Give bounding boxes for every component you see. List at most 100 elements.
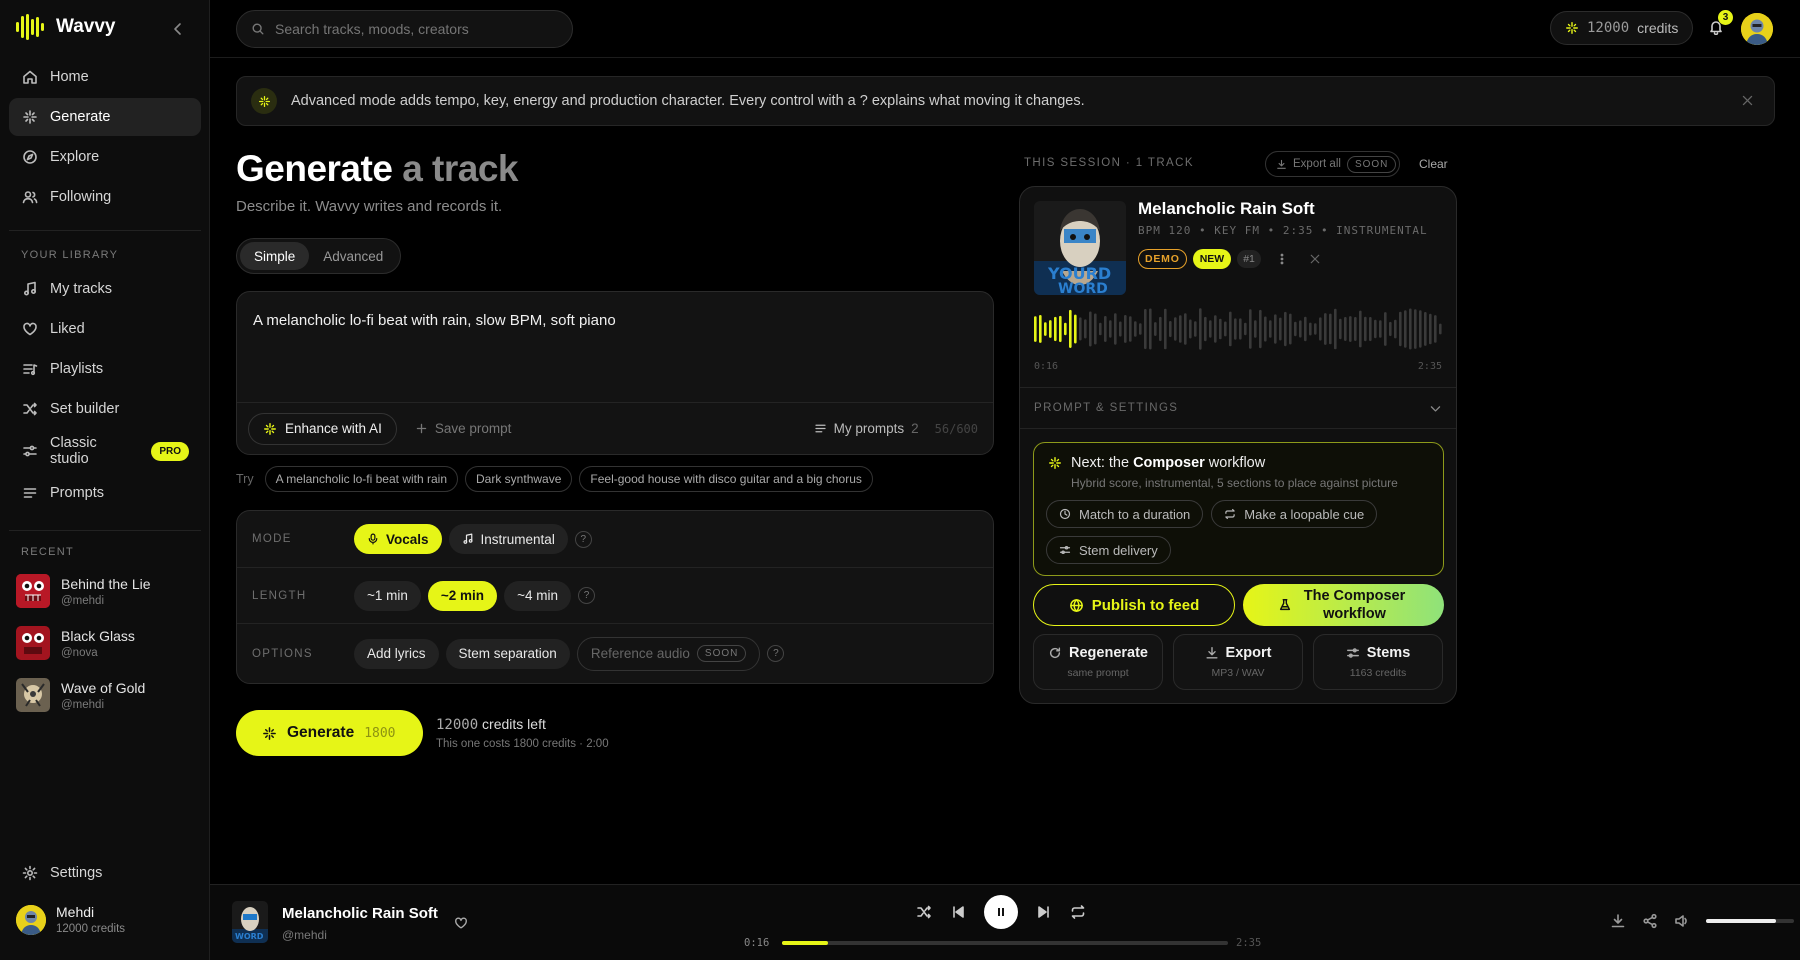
user-profile[interactable]: Mehdi 12000 credits <box>16 904 125 935</box>
suggestion-chip[interactable]: Feel-good house with disco guitar and a … <box>579 466 873 492</box>
help-icon[interactable]: ? <box>577 587 595 604</box>
my-prompts-button[interactable]: My prompts 2 <box>814 421 919 436</box>
recent-item[interactable]: Behind the Lie @mehdi <box>16 566 201 616</box>
waveform-bar <box>1264 316 1267 342</box>
recent-thumbnail <box>16 626 50 660</box>
collapse-sidebar-icon[interactable] <box>170 21 186 37</box>
help-icon[interactable]: ? <box>574 530 592 548</box>
nav-set-builder[interactable]: Set builder <box>9 390 201 428</box>
regenerate-button[interactable]: Regenerate same prompt <box>1033 634 1163 690</box>
stems-button[interactable]: Stems 1163 credits <box>1313 634 1443 690</box>
brand[interactable]: Wavvy <box>16 14 116 40</box>
nav-explore[interactable]: Explore <box>9 138 201 176</box>
close-icon[interactable] <box>1741 94 1754 107</box>
waveform-bar <box>1044 322 1047 336</box>
heart-icon[interactable] <box>454 916 468 930</box>
length-1min[interactable]: ~1 min <box>354 580 421 611</box>
track-time-current: 0:16 <box>1034 361 1059 372</box>
recent-title: Black Glass <box>61 627 135 644</box>
nav-prompts[interactable]: Prompts <box>9 474 201 512</box>
volume-icon[interactable] <box>1674 913 1690 929</box>
credits-amount: 12000 <box>1587 20 1630 36</box>
nav-following[interactable]: Following <box>9 178 201 216</box>
length-row: LENGTH ~1 min ~2 min ~4 min ? <box>237 567 993 623</box>
suggestion-chip[interactable]: Dark synthwave <box>465 466 573 492</box>
list-icon <box>23 488 37 498</box>
vocals-toggle[interactable]: Vocals <box>354 524 442 554</box>
shuffle-icon[interactable] <box>916 904 932 920</box>
search-input[interactable] <box>275 21 555 37</box>
nav-liked[interactable]: Liked <box>9 310 201 348</box>
nav-my-tracks[interactable]: My tracks <box>9 270 201 308</box>
action-sub: 1163 credits <box>1349 667 1407 679</box>
recent-item[interactable]: Wave of Gold @mehdi <box>16 670 201 720</box>
waveform-bar <box>1174 317 1177 341</box>
waveform-bar <box>1364 316 1367 342</box>
nav-generate[interactable]: Generate <box>9 98 201 136</box>
repeat-icon[interactable] <box>1070 904 1086 920</box>
stem-delivery-chip[interactable]: Stem delivery <box>1046 536 1171 564</box>
add-lyrics-toggle[interactable]: Add lyrics <box>354 638 439 669</box>
nav-playlists[interactable]: Playlists <box>9 350 201 388</box>
prompt-textarea[interactable]: A melancholic lo-fi beat with rain, slow… <box>253 312 616 329</box>
stems-icon <box>1346 648 1359 658</box>
next-icon[interactable] <box>1036 904 1052 920</box>
search-icon <box>252 23 264 35</box>
more-icon[interactable] <box>1275 252 1289 266</box>
volume-slider[interactable] <box>1706 919 1794 923</box>
composer-suggestion: Next: the Composer workflow Hybrid score… <box>1033 442 1444 576</box>
length-2min[interactable]: ~2 min <box>427 580 498 611</box>
recent-item[interactable]: Black Glass @nova <box>16 618 201 668</box>
stem-separation-toggle[interactable]: Stem separation <box>445 638 570 669</box>
generate-button[interactable]: Generate 1800 <box>236 710 423 756</box>
pause-button[interactable] <box>984 895 1018 929</box>
prompt-settings-toggle[interactable]: PROMPT & SETTINGS <box>1020 387 1456 429</box>
nav-classic-studio[interactable]: Classic studio PRO <box>9 430 201 472</box>
publish-button[interactable]: Publish to feed <box>1033 584 1235 626</box>
help-icon[interactable]: ? <box>767 645 785 662</box>
export-button[interactable]: Export MP3 / WAV <box>1173 634 1303 690</box>
chip-label: Make a loopable cue <box>1244 506 1365 522</box>
save-prompt-button[interactable]: Save prompt <box>415 421 511 436</box>
waveform-bar <box>1404 310 1407 348</box>
player-cover[interactable]: WORD <box>232 901 268 943</box>
playback-controls <box>916 895 1086 929</box>
clear-button[interactable]: Clear <box>1419 157 1448 171</box>
player-time-total: 2:35 <box>1236 937 1262 949</box>
nav-label: Playlists <box>50 361 104 377</box>
char-count: 56/600 <box>934 421 978 436</box>
loopable-cue-chip[interactable]: Make a loopable cue <box>1211 500 1378 528</box>
player-time-current: 0:16 <box>744 937 770 949</box>
progress-bar[interactable] <box>782 941 1228 945</box>
length-4min[interactable]: ~4 min <box>504 580 571 611</box>
waveform-bar <box>1394 319 1397 339</box>
chip-label: Stem delivery <box>1079 542 1158 558</box>
search-bar[interactable] <box>236 10 573 48</box>
waveform[interactable] <box>1034 307 1444 351</box>
suggestion-chip[interactable]: A melancholic lo-fi beat with rain <box>264 466 459 492</box>
user-avatar[interactable] <box>1741 13 1773 45</box>
nav-home[interactable]: Home <box>9 58 201 96</box>
nav-settings[interactable]: Settings <box>9 854 201 892</box>
track-title: Melancholic Rain Soft <box>1138 199 1315 218</box>
waveform-bar <box>1324 313 1327 345</box>
action-sub: same prompt <box>1067 667 1129 679</box>
waveform-bar <box>1204 316 1207 342</box>
pause-icon <box>998 908 1004 916</box>
waveform-bar <box>1409 308 1412 350</box>
previous-icon[interactable] <box>950 904 966 920</box>
tab-advanced[interactable]: Advanced <box>309 242 397 270</box>
recent-title: Wave of Gold <box>61 679 146 696</box>
match-duration-chip[interactable]: Match to a duration <box>1046 500 1204 528</box>
user-name: Mehdi <box>56 904 95 920</box>
enhance-button[interactable]: Enhance with AI <box>248 412 397 445</box>
download-icon[interactable] <box>1610 913 1626 929</box>
player-artist[interactable]: @mehdi <box>282 928 327 942</box>
reference-audio-toggle: Reference audio SOON <box>576 636 761 671</box>
tab-simple[interactable]: Simple <box>240 242 310 270</box>
instrumental-toggle[interactable]: Instrumental <box>448 524 568 554</box>
composer-workflow-button[interactable]: The Composer workflow <box>1243 584 1444 626</box>
credits-pill[interactable]: 12000 credits <box>1550 11 1694 45</box>
share-icon[interactable] <box>1642 913 1658 929</box>
close-icon[interactable] <box>1309 253 1321 265</box>
